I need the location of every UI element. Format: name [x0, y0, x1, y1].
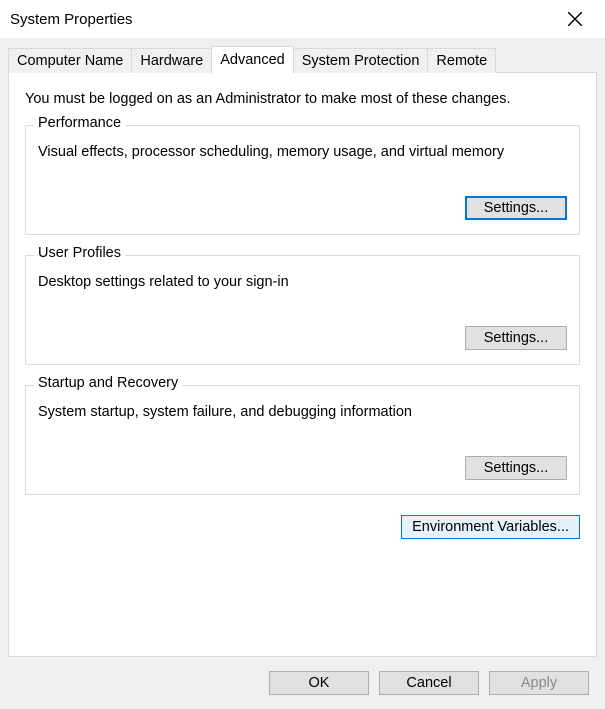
titlebar: System Properties — [0, 0, 605, 38]
tab-remote[interactable]: Remote — [427, 48, 496, 73]
tab-system-protection[interactable]: System Protection — [293, 48, 429, 73]
groupbox-legend-performance: Performance — [34, 115, 125, 131]
dialog-buttons: OK Cancel Apply — [8, 657, 597, 709]
client-area: Computer Name Hardware Advanced System P… — [0, 38, 605, 709]
close-icon — [568, 12, 582, 26]
ok-button[interactable]: OK — [269, 671, 369, 695]
groupbox-legend-user-profiles: User Profiles — [34, 245, 125, 261]
groupbox-startup-recovery: Startup and Recovery System startup, sys… — [25, 385, 580, 495]
groupbox-user-profiles: User Profiles Desktop settings related t… — [25, 255, 580, 365]
groupbox-desc-user-profiles: Desktop settings related to your sign-in — [38, 274, 567, 290]
tab-advanced[interactable]: Advanced — [211, 46, 294, 74]
environment-variables-button[interactable]: Environment Variables... — [401, 515, 580, 539]
tab-computer-name[interactable]: Computer Name — [8, 48, 132, 73]
close-button[interactable] — [555, 4, 595, 34]
admin-note: You must be logged on as an Administrato… — [25, 91, 580, 107]
groupbox-desc-performance: Visual effects, processor scheduling, me… — [38, 144, 567, 160]
groupbox-desc-startup-recovery: System startup, system failure, and debu… — [38, 404, 567, 420]
user-profiles-settings-button[interactable]: Settings... — [465, 326, 567, 350]
tab-hardware[interactable]: Hardware — [131, 48, 212, 73]
startup-recovery-settings-button[interactable]: Settings... — [465, 456, 567, 480]
apply-button[interactable]: Apply — [489, 671, 589, 695]
performance-settings-button[interactable]: Settings... — [465, 196, 567, 220]
groupbox-performance: Performance Visual effects, processor sc… — [25, 125, 580, 235]
groupbox-legend-startup-recovery: Startup and Recovery — [34, 375, 182, 391]
tab-panel-advanced: You must be logged on as an Administrato… — [8, 72, 597, 657]
tabs-row: Computer Name Hardware Advanced System P… — [8, 46, 597, 73]
window-title: System Properties — [10, 11, 133, 28]
cancel-button[interactable]: Cancel — [379, 671, 479, 695]
